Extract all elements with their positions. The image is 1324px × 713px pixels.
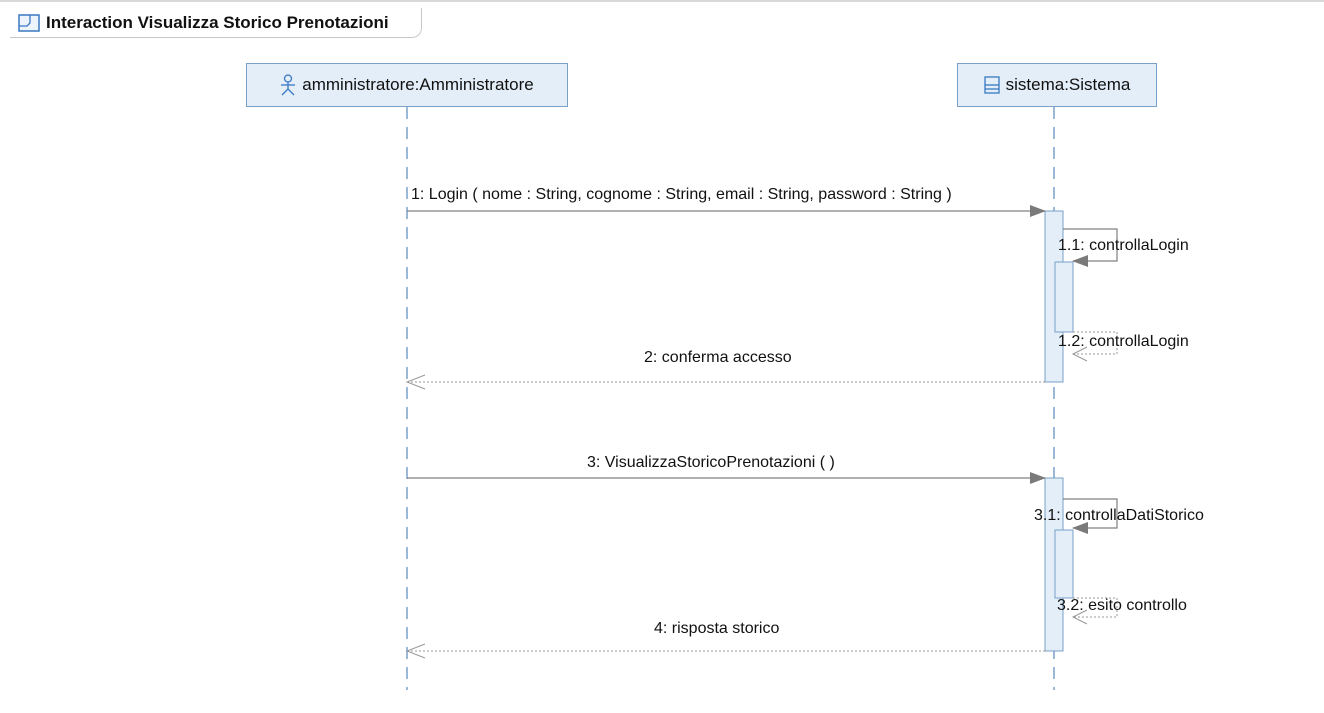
message-label-conferma-accesso: 2: conferma accesso [644, 349, 792, 366]
message-label-controlla-dati-storico: 3.1: controllaDatiStorico [1034, 507, 1204, 524]
lifeline-label-admin: amministratore:Amministratore [302, 75, 534, 94]
actor-icon [281, 74, 296, 96]
lifeline-label-system: sistema:Sistema [1005, 75, 1131, 94]
lifeline-head-system[interactable]: sistema:Sistema [957, 63, 1157, 107]
activation-bar-controlla-dati[interactable] [1054, 529, 1074, 599]
message-label-controlla-login-return: 1.2: controllaLogin [1058, 333, 1189, 350]
class-icon [983, 76, 1000, 94]
message-label-visualizza-storico: 3: VisualizzaStoricoPrenotazioni ( ) [587, 454, 835, 471]
activation-bar-controlla-login[interactable] [1054, 261, 1074, 333]
message-label-esito-controllo: 3.2: esito controllo [1057, 597, 1187, 614]
message-label-controlla-login: 1.1: controllaLogin [1058, 237, 1189, 254]
lifeline-head-admin[interactable]: amministratore:Amministratore [246, 63, 568, 107]
message-label-login: 1: Login ( nome : String, cognome : Stri… [411, 186, 952, 203]
message-label-risposta-storico: 4: risposta storico [654, 620, 780, 637]
